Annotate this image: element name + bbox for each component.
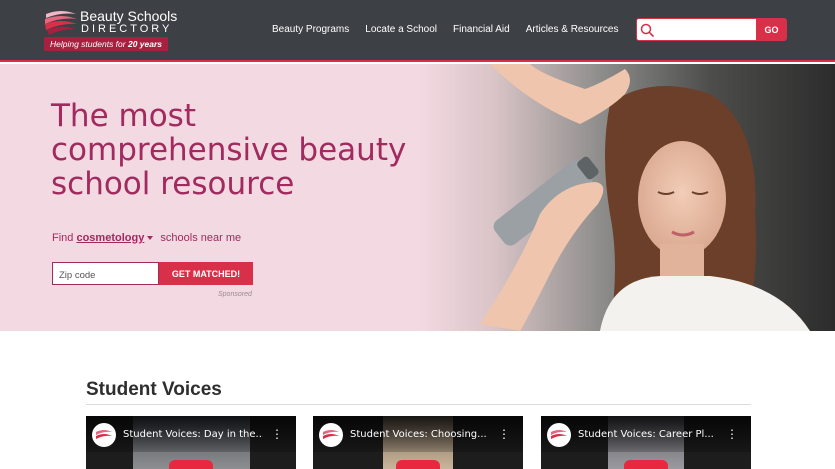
logo-mark-icon [45, 11, 77, 35]
nav-financial-aid[interactable]: Financial Aid [453, 24, 510, 35]
find-suffix: schools near me [160, 232, 242, 244]
zip-code-input[interactable] [53, 265, 149, 286]
get-matched-button[interactable]: GET MATCHED! [159, 262, 253, 285]
zip-field[interactable] [52, 262, 159, 286]
hero-title-line-1: The most [51, 98, 196, 134]
video-title: Student Voices: Day in the... [123, 429, 263, 440]
logo-tagline-prefix: Helping students for [50, 39, 128, 49]
zip-form: GET MATCHED! [52, 262, 253, 286]
video-title: Student Voices: Career Pl... [578, 429, 714, 440]
video-card[interactable]: Student Voices: Choosing... ⋮ [313, 416, 523, 469]
logo-subtitle: DIRECTORY [81, 23, 173, 35]
student-voices-heading: Student Voices [86, 379, 222, 400]
hero-photo [420, 64, 835, 331]
main-nav: Beauty Programs Locate a School Financia… [272, 24, 619, 35]
video-title: Student Voices: Choosing... [350, 429, 487, 440]
channel-avatar-icon [319, 423, 343, 447]
video-card[interactable]: Student Voices: Day in the... ⋮ [86, 416, 296, 469]
find-schools-row: Find cosmetology schools near me [52, 232, 241, 244]
nav-articles-resources[interactable]: Articles & Resources [526, 24, 619, 35]
play-icon[interactable] [624, 460, 668, 469]
search-input[interactable] [655, 21, 755, 42]
search-field[interactable] [636, 18, 756, 42]
more-vert-icon[interactable]: ⋮ [271, 426, 283, 442]
video-card[interactable]: Student Voices: Career Pl... ⋮ [541, 416, 751, 469]
channel-avatar-icon [547, 423, 571, 447]
more-vert-icon[interactable]: ⋮ [498, 426, 510, 442]
hero-title-line-3: school resource [51, 166, 295, 202]
search-icon [640, 23, 654, 37]
sponsored-label: Sponsored [218, 291, 252, 298]
channel-avatar-icon [92, 423, 116, 447]
logo-title: Beauty Schools [80, 8, 178, 24]
hero-title-line-2: comprehensive beauty [51, 132, 407, 168]
site-search: GO [636, 18, 787, 42]
caret-down-icon[interactable] [147, 236, 154, 240]
hero-section: The most comprehensive beauty school res… [0, 64, 835, 331]
nav-locate-school[interactable]: Locate a School [365, 24, 437, 35]
find-prefix: Find [52, 232, 74, 244]
hero-title: The most comprehensive beauty school res… [51, 99, 431, 201]
logo-tagline: Helping students for 20 years [44, 37, 169, 51]
play-icon[interactable] [169, 460, 213, 469]
play-icon[interactable] [396, 460, 440, 469]
logo-tagline-bold: 20 years [127, 39, 163, 49]
more-vert-icon[interactable]: ⋮ [726, 426, 738, 442]
search-go-button[interactable]: GO [756, 18, 787, 41]
site-logo[interactable]: Beauty Schools DIRECTORY Helping student… [44, 7, 184, 53]
program-dropdown[interactable]: cosmetology [76, 232, 144, 244]
section-divider [86, 404, 751, 405]
nav-beauty-programs[interactable]: Beauty Programs [272, 24, 349, 35]
site-header: Beauty Schools DIRECTORY Helping student… [0, 0, 835, 62]
